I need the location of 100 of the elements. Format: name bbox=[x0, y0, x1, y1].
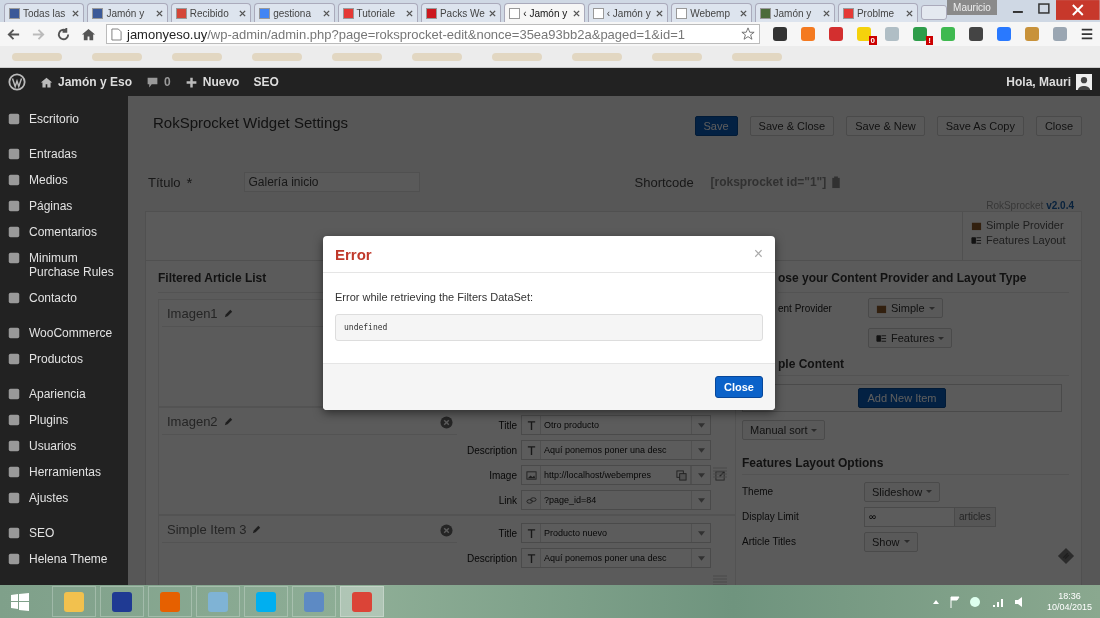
sidebar-item[interactable]: Apariencia bbox=[0, 381, 128, 407]
browser-tab[interactable]: Packs We bbox=[420, 3, 502, 22]
site-name-link[interactable]: Jamón y Eso bbox=[40, 75, 133, 89]
comments-link[interactable]: 0 bbox=[146, 75, 171, 89]
close-icon[interactable] bbox=[489, 9, 497, 17]
windows-start-icon[interactable] bbox=[10, 591, 30, 612]
sidebar-item[interactable]: Medios bbox=[0, 167, 128, 193]
sidebar-item[interactable]: Escritorio bbox=[0, 106, 128, 132]
sidebar-item[interactable]: Comentarios bbox=[0, 219, 128, 245]
remove-icon[interactable] bbox=[440, 524, 453, 537]
pencil-icon[interactable] bbox=[251, 523, 263, 535]
sidebar-item[interactable]: Entradas bbox=[0, 141, 128, 167]
caret-icon[interactable] bbox=[697, 447, 705, 453]
browser-tab[interactable]: Webemp bbox=[671, 3, 752, 22]
caret-icon[interactable] bbox=[697, 530, 705, 536]
seo-link[interactable]: SEO bbox=[253, 75, 279, 89]
favicon-icon bbox=[342, 7, 354, 19]
sidebar-item[interactable]: Helena Theme bbox=[0, 546, 128, 572]
favicon-icon bbox=[175, 7, 187, 19]
wordpress-logo-icon[interactable] bbox=[8, 73, 26, 91]
layout-label: Features Layout bbox=[971, 234, 1081, 246]
browser-tab[interactable]: ‹ Jamón y bbox=[504, 3, 585, 22]
browser-tab[interactable]: Jamón y bbox=[754, 3, 835, 22]
close-icon[interactable] bbox=[155, 9, 163, 17]
field-label: Title bbox=[497, 419, 517, 431]
section-heading: ple Content bbox=[778, 357, 1069, 376]
close-icon[interactable] bbox=[572, 9, 580, 17]
close-icon[interactable] bbox=[906, 9, 914, 17]
plus-icon bbox=[184, 75, 198, 89]
caret-icon[interactable] bbox=[697, 422, 705, 428]
shortcode-label: Shortcode bbox=[634, 174, 695, 190]
favicon-icon bbox=[842, 7, 854, 19]
remove-icon[interactable] bbox=[440, 416, 453, 429]
browser-tab[interactable]: Tutoriale bbox=[337, 3, 418, 22]
browser-tab[interactable]: Recibido bbox=[170, 3, 252, 22]
pencil-icon[interactable] bbox=[222, 415, 234, 427]
sidebar-item[interactable]: Páginas bbox=[0, 193, 128, 219]
menu-glyph-icon bbox=[7, 225, 21, 239]
close-icon[interactable] bbox=[72, 9, 80, 17]
menu-glyph-icon bbox=[7, 439, 21, 453]
sidebar-item[interactable]: Usuarios bbox=[0, 433, 128, 459]
sidebar-item[interactable]: WooCommerce bbox=[0, 320, 128, 346]
diamond-icon[interactable] bbox=[1057, 547, 1075, 565]
browser-tab[interactable]: Todas las bbox=[4, 3, 85, 22]
browser-tab[interactable]: Jamón y bbox=[87, 3, 168, 22]
star-icon[interactable] bbox=[741, 27, 755, 41]
sidebar-item[interactable]: Ajustes bbox=[0, 485, 128, 511]
favicon-icon bbox=[259, 7, 271, 19]
clipboard-icon[interactable] bbox=[831, 175, 842, 189]
sidebar-item[interactable]: Plugins bbox=[0, 407, 128, 433]
page-icon bbox=[111, 27, 122, 41]
drag-handle-icon[interactable] bbox=[713, 574, 727, 585]
field-label: Título bbox=[148, 174, 181, 190]
home-icon bbox=[40, 75, 53, 89]
menu-icon[interactable] bbox=[1080, 27, 1094, 41]
pencil-icon[interactable] bbox=[222, 307, 234, 319]
close-icon[interactable] bbox=[322, 9, 330, 17]
browser-tab[interactable]: ‹ Jamón y bbox=[587, 3, 669, 22]
close-icon[interactable] bbox=[739, 9, 747, 17]
menu-glyph-icon bbox=[7, 112, 21, 126]
close-icon[interactable] bbox=[822, 9, 830, 17]
address-field[interactable]: jamonyeso.uy/wp-admin/admin.php?page=roksprocket-edit&nonce=35ea93bb2a&paged=1&id=1 bbox=[106, 24, 760, 44]
avatar-icon bbox=[1076, 74, 1092, 90]
menu-glyph-icon bbox=[7, 552, 21, 566]
sidebar-item[interactable]: SEO bbox=[0, 520, 128, 546]
menu-glyph-icon bbox=[7, 491, 21, 505]
reload-icon[interactable] bbox=[56, 26, 71, 42]
provider-label: Simple Provider bbox=[971, 219, 1081, 231]
close-button[interactable]: Close bbox=[715, 376, 763, 398]
close-window-button[interactable] bbox=[1056, 0, 1100, 20]
extension-icon[interactable] bbox=[967, 25, 985, 43]
caret-icon[interactable] bbox=[697, 497, 705, 503]
menu-glyph-icon bbox=[7, 173, 21, 187]
home-icon[interactable] bbox=[81, 26, 96, 42]
field-label: ent Provider bbox=[778, 302, 833, 314]
sidebar-item[interactable]: Contacto bbox=[0, 285, 128, 311]
new-tab-button[interactable] bbox=[921, 5, 948, 20]
new-content-link[interactable]: Nuevo bbox=[184, 75, 240, 89]
images-icon[interactable] bbox=[675, 469, 687, 481]
close-icon[interactable] bbox=[656, 9, 664, 17]
account-link[interactable]: Hola, Mauri bbox=[1006, 74, 1092, 90]
required-mark: * bbox=[186, 173, 194, 191]
sidebar-item[interactable]: Minimum Purchase Rules bbox=[0, 245, 128, 285]
error-message: Error while retrieving the Filters DataSet: bbox=[335, 291, 535, 303]
caret-icon[interactable] bbox=[697, 472, 705, 478]
browser-tab[interactable]: gestiona bbox=[254, 3, 335, 22]
close-icon[interactable] bbox=[239, 9, 247, 17]
browser-tab[interactable]: Problme bbox=[837, 3, 919, 22]
taskbar-app-icon[interactable] bbox=[340, 586, 384, 617]
forward-icon[interactable] bbox=[31, 26, 46, 42]
back-icon[interactable] bbox=[6, 26, 21, 42]
option-label: Display Limit bbox=[742, 511, 800, 522]
caret-icon[interactable] bbox=[697, 555, 705, 561]
field-label: Link bbox=[497, 494, 517, 506]
close-icon[interactable] bbox=[405, 9, 413, 17]
sidebar-item[interactable]: Productos bbox=[0, 346, 128, 372]
favicon-icon bbox=[592, 7, 604, 19]
sidebar-item[interactable]: Herramientas bbox=[0, 459, 128, 485]
taskbar-app-icon[interactable] bbox=[100, 586, 144, 617]
extension-icon[interactable] bbox=[771, 25, 789, 43]
